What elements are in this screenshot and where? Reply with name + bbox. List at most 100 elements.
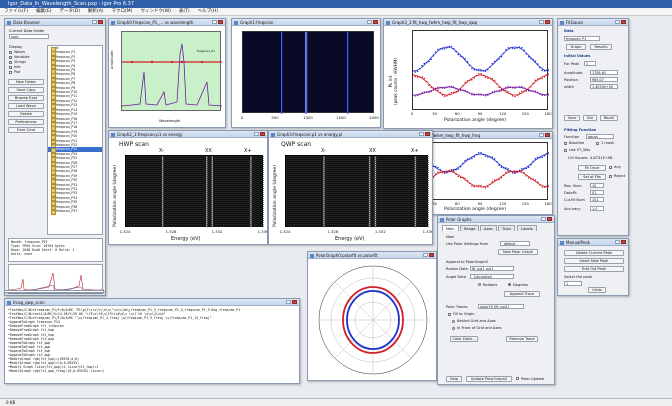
menu-help[interactable]: ヘルプ(H)	[194, 8, 222, 15]
display-checkbox[interactable]	[9, 55, 12, 59]
pl-graph-window[interactable]: Graph3_1:fit_hwp_fwhm_hwp_fit_hwp_qwp PL…	[383, 18, 553, 129]
polar-plot[interactable]	[308, 260, 437, 381]
polar-traces-select[interactable]: polarY0 [fit_pol1]	[478, 304, 524, 309]
display-checkbox[interactable]	[9, 70, 12, 74]
browser-button[interactable]: Load Wave	[8, 103, 44, 109]
mask-checkbox[interactable]	[596, 142, 599, 145]
image-graph-window[interactable]: Graph1:freqscan 0 500 1000 1500 2000	[231, 18, 381, 128]
pl-plot[interactable]	[412, 30, 549, 110]
edit-peak-button[interactable]: Edit Old Peak	[564, 266, 624, 272]
hwp-plot[interactable]	[125, 155, 264, 228]
browser-button[interactable]: Delete	[8, 111, 44, 117]
qwp-graph-window[interactable]: Graph3:freqscan:p1 vs energy.pl QWP scan…	[268, 130, 433, 245]
graph0-title[interactable]: Graph0:freqscan_P1_... vs wavelength	[109, 19, 225, 26]
polar-graph-window[interactable]: PolarGraph0:polarfit vs polarfit	[307, 251, 437, 381]
remove-trace-button[interactable]: Remove Trace	[506, 336, 538, 342]
menu-windows[interactable]: ウィンドウ(W)	[136, 8, 174, 15]
accuracy-field[interactable]: 1.0	[590, 206, 604, 211]
update-polar-button[interactable]: Update PolarGraph0	[466, 376, 512, 382]
use-wts-checkbox[interactable]	[564, 149, 567, 152]
tab-ticks[interactable]: Ticks	[498, 225, 516, 231]
menu-macros[interactable]: マクロ(M)	[108, 8, 137, 15]
tab-main[interactable]: Main	[442, 225, 459, 231]
image-graph-title[interactable]: Graph1:freqscan	[232, 19, 380, 26]
qwp-plot[interactable]	[285, 155, 429, 228]
fit-panel-window[interactable]: FitGauss Data freqscan_P1 Graph Results …	[557, 18, 629, 236]
menu-analysis[interactable]: 解析(A)	[84, 8, 108, 15]
in-front-radio[interactable]	[452, 327, 455, 330]
polar-panel-title[interactable]: Polar Graphs	[438, 216, 554, 223]
browser-button[interactable]: Exec Cmd	[8, 127, 44, 133]
position-field[interactable]: 965.07	[590, 77, 618, 82]
append-trace-button[interactable]: Append Trace	[504, 291, 540, 297]
help-button[interactable]: Help	[446, 376, 462, 382]
hwp-graph-window[interactable]: Graph2_1:freqscan:p1 vs energy HWP scan …	[108, 130, 268, 245]
color-dash-button[interactable]: Color Dash...	[450, 336, 478, 342]
radius-select[interactable]: fit_pol1_pol1	[470, 266, 514, 271]
results-button[interactable]: Results	[590, 44, 612, 50]
amplitude-field[interactable]: 1784.61	[590, 70, 618, 75]
radians-radio[interactable]	[478, 283, 481, 286]
width-field[interactable]: 1.4E50e+00	[590, 84, 618, 89]
data-tree[interactable]: root freqscan_P1 freqscan_P2 freqscan_P3 fr…	[47, 45, 103, 235]
behind-grid-radio[interactable]	[452, 320, 455, 323]
undo-button[interactable]: Undo	[588, 287, 606, 293]
hwp-graph-title[interactable]: Graph2_1:freqscan:p1 vs energy	[109, 131, 267, 138]
display-option[interactable]: Plot	[9, 70, 45, 75]
polar-update-checkbox[interactable]	[516, 377, 519, 380]
fit-panel-title[interactable]: FitGauss	[558, 19, 628, 26]
display-checkbox[interactable]	[9, 50, 12, 54]
browser-button[interactable]: Preferences	[8, 119, 44, 125]
degrees-radio[interactable]	[508, 283, 511, 286]
data-browser-title[interactable]: Data Browser	[5, 19, 105, 26]
manual-peak-title[interactable]: ManualPeak	[558, 239, 628, 246]
polar-graph-title[interactable]: PolarGraph0:polarfit vs polarfit	[308, 252, 436, 259]
polar-panel-window[interactable]: Polar Graphs Main Range Axes Ticks Label…	[437, 215, 555, 385]
command-history[interactable]: •TextBox/C/N=nfreqscan_P1/F=0/A=MC "PL\p…	[8, 308, 298, 382]
minimize-icon[interactable]	[92, 20, 97, 24]
tab-labels[interactable]: Labels	[517, 225, 537, 231]
baseline-checkbox[interactable]	[564, 142, 567, 145]
menu-file[interactable]: ファイル(F)	[0, 8, 32, 15]
menu-edit[interactable]: 編集(E)	[32, 8, 55, 15]
function-select[interactable]: gauss	[586, 134, 614, 139]
menu-table[interactable]: 表(T)	[175, 8, 194, 15]
command-window-title[interactable]: Imag_qwp_scan	[5, 299, 299, 306]
cur-fit-num-field[interactable]: 101	[590, 197, 604, 202]
graph0-window[interactable]: Graph0:freqscan_P1_... vs wavelength Amp…	[108, 18, 226, 128]
data-select[interactable]: freqscan_P1	[564, 36, 600, 41]
data-browser-window[interactable]: Data Browser Current Data Folder root: D…	[4, 18, 106, 296]
recall-button[interactable]: Recall	[600, 115, 618, 121]
select-peak-field[interactable]: 1	[564, 281, 582, 286]
browser-button[interactable]: Browse Expt	[8, 95, 44, 101]
any-checkbox[interactable]	[609, 166, 612, 169]
image-plot[interactable]	[242, 31, 374, 114]
save-button[interactable]: Save	[564, 115, 580, 121]
set-button[interactable]: Set	[583, 115, 597, 121]
command-window[interactable]: Imag_qwp_scan •TextBox/C/N=nfreqscan_P1/…	[4, 298, 300, 384]
display-checkbox[interactable]	[9, 65, 12, 69]
display-checkbox[interactable]	[9, 60, 12, 64]
qwp-graph-title[interactable]: Graph3:freqscan:p1 vs energy.pl	[269, 131, 432, 138]
rep-num-field[interactable]: 10	[590, 183, 604, 188]
set-of-fits-button[interactable]: Set of Fits	[578, 174, 606, 180]
tab-range[interactable]: Range	[460, 225, 480, 231]
delete-peak-button[interactable]: Delete Current Peak	[564, 250, 624, 256]
graph0-plot[interactable]	[121, 31, 222, 111]
browser-button[interactable]: New Folder	[8, 79, 44, 85]
fill-to-origin-checkbox[interactable]	[448, 313, 451, 316]
small-graph-window[interactable]	[4, 290, 104, 293]
insert-peak-button[interactable]: Insert New Peak	[564, 258, 624, 264]
browser-button[interactable]: Save Copy	[8, 87, 44, 93]
new-polar-graph-button[interactable]: New Polar Graph	[498, 249, 538, 255]
wave-item[interactable]: freqscan_P37	[48, 209, 102, 216]
graph-button[interactable]: Graph	[566, 44, 586, 50]
manual-peak-window[interactable]: ManualPeak Delete Current Peak Insert Ne…	[557, 238, 629, 296]
tab-axes[interactable]: Axes	[480, 225, 497, 231]
menu-data[interactable]: データ(D)	[55, 8, 83, 15]
reject-checkbox[interactable]	[609, 175, 612, 178]
use-settings-select[interactable]: _default_	[500, 241, 530, 246]
pl-graph-title[interactable]: Graph3_1:fit_hwp_fwhm_hwp_fit_hwp_qwp	[384, 19, 552, 26]
close-icon[interactable]	[98, 20, 103, 24]
fit-once-button[interactable]: Fit Once	[578, 165, 606, 171]
